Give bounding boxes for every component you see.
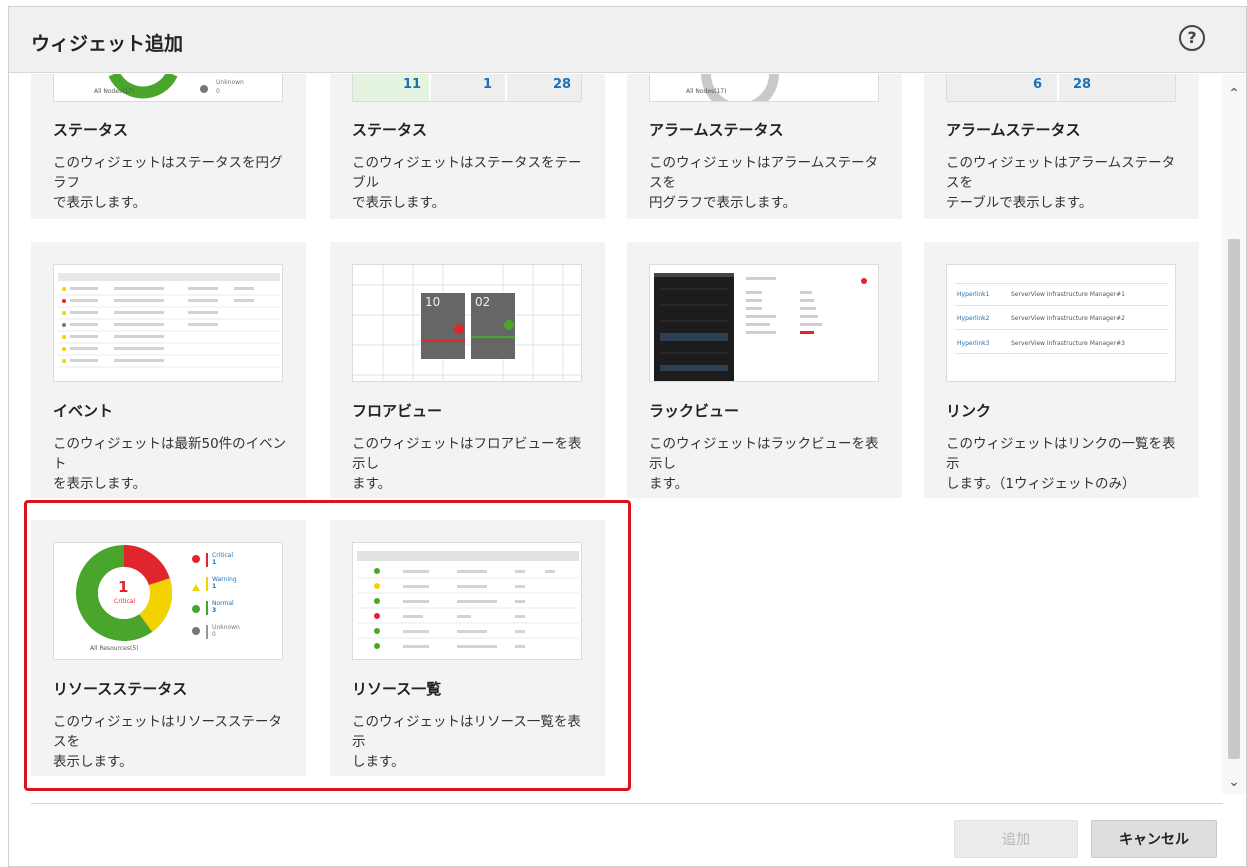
floor-rack-2-label: 02 <box>475 295 491 309</box>
vertical-scrollbar[interactable]: ⌃ ⌄ <box>1222 74 1246 794</box>
widget-thumbnail <box>649 264 879 382</box>
help-icon[interactable]: ? <box>1179 25 1205 51</box>
thumb-label: All Nodes(17) <box>94 88 135 95</box>
hyperlink-1: Hyperlink1 <box>957 291 990 298</box>
widget-title: ステータス <box>53 121 129 139</box>
hyperlink-1-target: ServerView Infrastructure Manager#1 <box>1011 291 1125 298</box>
scrollbar-thumb[interactable] <box>1228 239 1240 759</box>
widget-description: このウィジェットはステータスを円グラフ で表示します。 <box>53 155 283 211</box>
legend-critical-count: 1 <box>212 559 217 566</box>
legend-warning: Warning <box>212 576 237 583</box>
pie-chart-thumb <box>108 74 178 99</box>
widget-thumbnail: 11 1 28 <box>352 74 582 102</box>
cancel-button[interactable]: キャンセル <box>1091 820 1217 858</box>
widget-description: このウィジェットはアラームステータスを 円グラフで表示します。 <box>649 155 879 211</box>
widget-title: イベント <box>53 402 114 420</box>
add-widget-dialog: ウィジェット追加 ? All Nodes(17) Unknown 0 ステータス… <box>8 6 1247 867</box>
widget-card-alarm-table[interactable]: 6 28 アラームステータス このウィジェットはアラームステータスを テーブルで… <box>924 74 1199 219</box>
resource-donut-thumb <box>76 545 208 641</box>
widget-description: このウィジェットはラックビューを表示し ます。 <box>649 436 879 492</box>
legend-normal: Normal <box>212 600 234 607</box>
widget-title: ラックビュー <box>649 402 740 420</box>
widget-thumbnail: 10 02 <box>352 264 582 382</box>
widget-thumbnail: All Nodes(17) <box>649 74 879 102</box>
widget-description: このウィジェットはリソース一覧を表示 します。 <box>352 714 581 770</box>
legend-unknown-count: 0 <box>216 88 220 95</box>
hyperlink-2: Hyperlink2 <box>957 315 990 322</box>
widget-card-resource-list[interactable]: リソース一覧 このウィジェットはリソース一覧を表示 します。 <box>330 520 605 776</box>
legend-warning-count: 1 <box>212 583 217 590</box>
donut-center-value: 1 <box>118 578 129 596</box>
widget-card-status-pie[interactable]: All Nodes(17) Unknown 0 ステータス このウィジェットはス… <box>31 74 306 219</box>
widget-card-floor-view[interactable]: 10 02 フロアビュー このウィジェットはフロアビューを表示し ます。 <box>330 242 605 498</box>
scroll-up-icon[interactable]: ⌃ <box>1226 86 1242 102</box>
widget-card-rack-view[interactable]: ラックビュー このウィジェットはラックビューを表示し ます。 <box>627 242 902 498</box>
widget-thumbnail <box>53 264 283 382</box>
legend-unknown-count: 0 <box>212 631 216 638</box>
footer-divider <box>31 803 1223 804</box>
widget-thumbnail: 1 Critical All Resources(5) Critical 1 W… <box>53 542 283 660</box>
widget-thumbnail: 6 28 <box>946 74 1176 102</box>
hyperlink-3-target: ServerView Infrastructure Manager#3 <box>1011 340 1125 347</box>
widget-thumbnail: Hyperlink1 ServerView Infrastructure Man… <box>946 264 1176 382</box>
widget-description: このウィジェットはフロアビューを表示し ます。 <box>352 436 582 492</box>
widget-description: このウィジェットは最新50件のイベント を表示します。 <box>53 436 287 492</box>
scroll-down-icon[interactable]: ⌄ <box>1226 774 1242 790</box>
count-total: 28 <box>553 77 572 92</box>
donut-footer: All Resources(5) <box>90 645 139 652</box>
widget-title: ステータス <box>352 121 428 139</box>
widget-title: リンク <box>946 402 992 420</box>
legend-critical: Critical <box>212 552 233 559</box>
rack-view-thumb <box>654 273 867 381</box>
widget-thumbnail: All Nodes(17) Unknown 0 <box>53 74 283 102</box>
floor-rack-1-label: 10 <box>425 295 441 309</box>
pie-chart-thumb <box>701 74 779 101</box>
widget-card-alarm-pie[interactable]: All Nodes(17) アラームステータス このウィジェットはアラームステー… <box>627 74 902 219</box>
legend-unknown: Unknown <box>212 624 240 631</box>
hyperlink-2-target: ServerView Infrastructure Manager#2 <box>1011 315 1125 322</box>
legend-normal-count: 3 <box>212 607 217 614</box>
widget-card-status-table[interactable]: 11 1 28 ステータス このウィジェットはステータスをテーブル で表示します… <box>330 74 605 219</box>
count-alarm: 6 <box>1033 77 1043 92</box>
add-button[interactable]: 追加 <box>954 820 1078 858</box>
widget-title: リソース一覧 <box>352 680 442 698</box>
widget-card-event[interactable]: イベント このウィジェットは最新50件のイベント を表示します。 <box>31 242 306 498</box>
widget-description: このウィジェットはリソースステータスを 表示します。 <box>53 714 282 770</box>
legend-unknown: Unknown <box>216 79 244 86</box>
widget-card-resource-status[interactable]: 1 Critical All Resources(5) Critical 1 W… <box>31 520 306 776</box>
resource-list-thumb <box>357 551 579 649</box>
thumb-label: All Nodes(17) <box>686 88 727 95</box>
dialog-title-bar: ウィジェット追加 ? <box>9 7 1246 73</box>
dialog-title: ウィジェット追加 <box>31 33 184 55</box>
count-warning: 1 <box>483 77 493 92</box>
floor-view-thumb <box>353 265 581 381</box>
count-normal: 11 <box>403 77 422 92</box>
widget-description: このウィジェットはステータスをテーブル で表示します。 <box>352 155 582 211</box>
unknown-icon <box>200 85 208 93</box>
widget-title: アラームステータス <box>649 121 784 139</box>
widget-description: このウィジェットはアラームステータスを テーブルで表示します。 <box>946 155 1176 211</box>
widget-card-link[interactable]: Hyperlink1 ServerView Infrastructure Man… <box>924 242 1199 498</box>
donut-center-label: Critical <box>114 598 135 605</box>
widget-title: アラームステータス <box>946 121 1081 139</box>
widget-thumbnail <box>352 542 582 660</box>
widget-title: リソースステータス <box>53 680 188 698</box>
hyperlink-3: Hyperlink3 <box>957 340 990 347</box>
widget-description: このウィジェットはリンクの一覧を表示 します。（1ウィジェットのみ） <box>946 436 1176 492</box>
event-table-thumb <box>58 273 280 368</box>
count-total: 28 <box>1073 77 1092 92</box>
widget-title: フロアビュー <box>352 402 443 420</box>
widget-grid: All Nodes(17) Unknown 0 ステータス このウィジェットはス… <box>9 74 1221 794</box>
